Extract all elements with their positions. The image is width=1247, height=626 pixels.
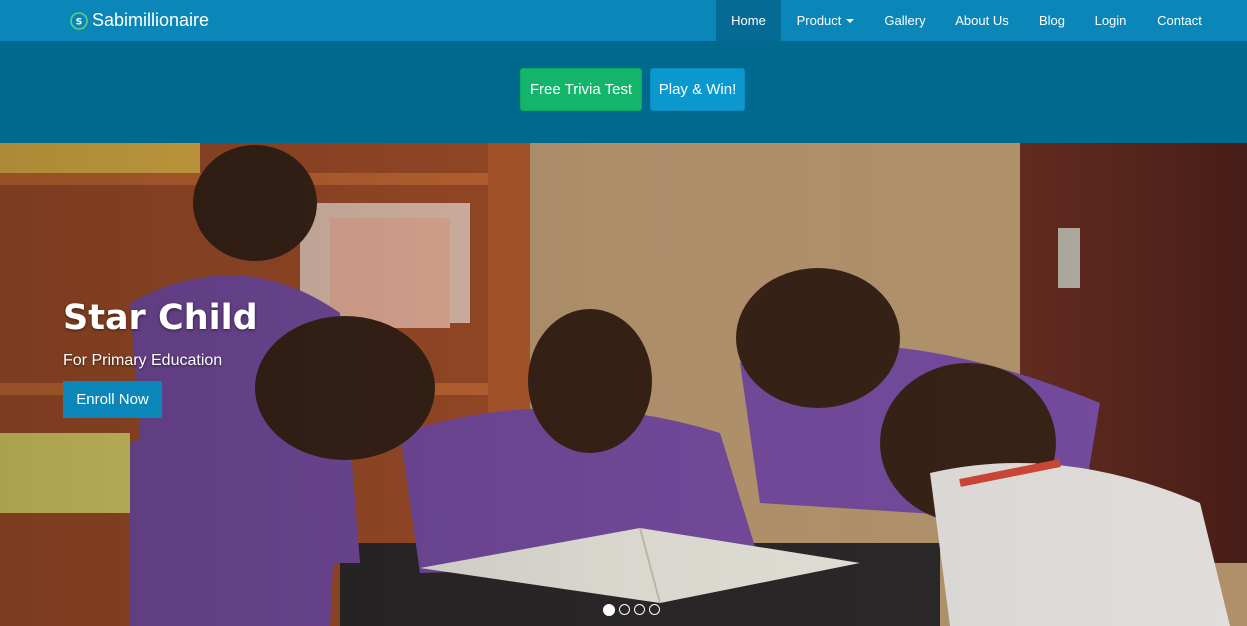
- hero-photo: [0, 143, 1247, 626]
- nav-contact-label: Contact: [1157, 13, 1202, 28]
- svg-text:S: S: [76, 17, 82, 27]
- free-trivia-test-button[interactable]: Free Trivia Test: [520, 68, 642, 111]
- nav-product[interactable]: Product: [781, 0, 870, 41]
- nav-login[interactable]: Login: [1080, 0, 1141, 41]
- top-navbar: S Sabimillionaire Home Product Gallery A…: [0, 0, 1247, 41]
- nav-about-us[interactable]: About Us: [940, 0, 1024, 41]
- carousel-dot-1[interactable]: [603, 603, 615, 616]
- nav-home-label: Home: [731, 13, 766, 28]
- nav-gallery[interactable]: Gallery: [870, 0, 940, 41]
- nav-home[interactable]: Home: [716, 0, 781, 41]
- nav-login-label: Login: [1094, 13, 1127, 28]
- caret-down-icon: [846, 18, 855, 23]
- nav-blog[interactable]: Blog: [1024, 0, 1080, 41]
- nav-gallery-label: Gallery: [884, 13, 926, 28]
- nav-product-label: Product: [796, 13, 842, 28]
- nav-about-us-label: About Us: [955, 13, 1009, 28]
- brand-link[interactable]: S Sabimillionaire: [70, 0, 209, 41]
- carousel-dot-3[interactable]: [634, 604, 645, 615]
- cta-band: Free Trivia Test Play & Win!: [0, 41, 1247, 143]
- carousel-dot-4[interactable]: [649, 604, 660, 615]
- nav-contact[interactable]: Contact: [1141, 0, 1218, 41]
- carousel-dot-2[interactable]: [619, 604, 630, 615]
- enroll-now-button[interactable]: Enroll Now: [63, 381, 162, 418]
- play-and-win-button[interactable]: Play & Win!: [650, 68, 745, 111]
- hero-caption: Star Child For Primary Education: [63, 296, 258, 370]
- sabimillionaire-logo-icon: S: [70, 11, 88, 30]
- brand-name: Sabimillionaire: [92, 10, 210, 30]
- hero-subtitle: For Primary Education: [63, 352, 223, 369]
- hero-carousel: Star Child For Primary Education Enroll …: [0, 143, 1247, 626]
- nav-blog-label: Blog: [1038, 13, 1066, 28]
- carousel-indicators: [603, 603, 660, 616]
- hero-title: Star Child: [63, 298, 258, 338]
